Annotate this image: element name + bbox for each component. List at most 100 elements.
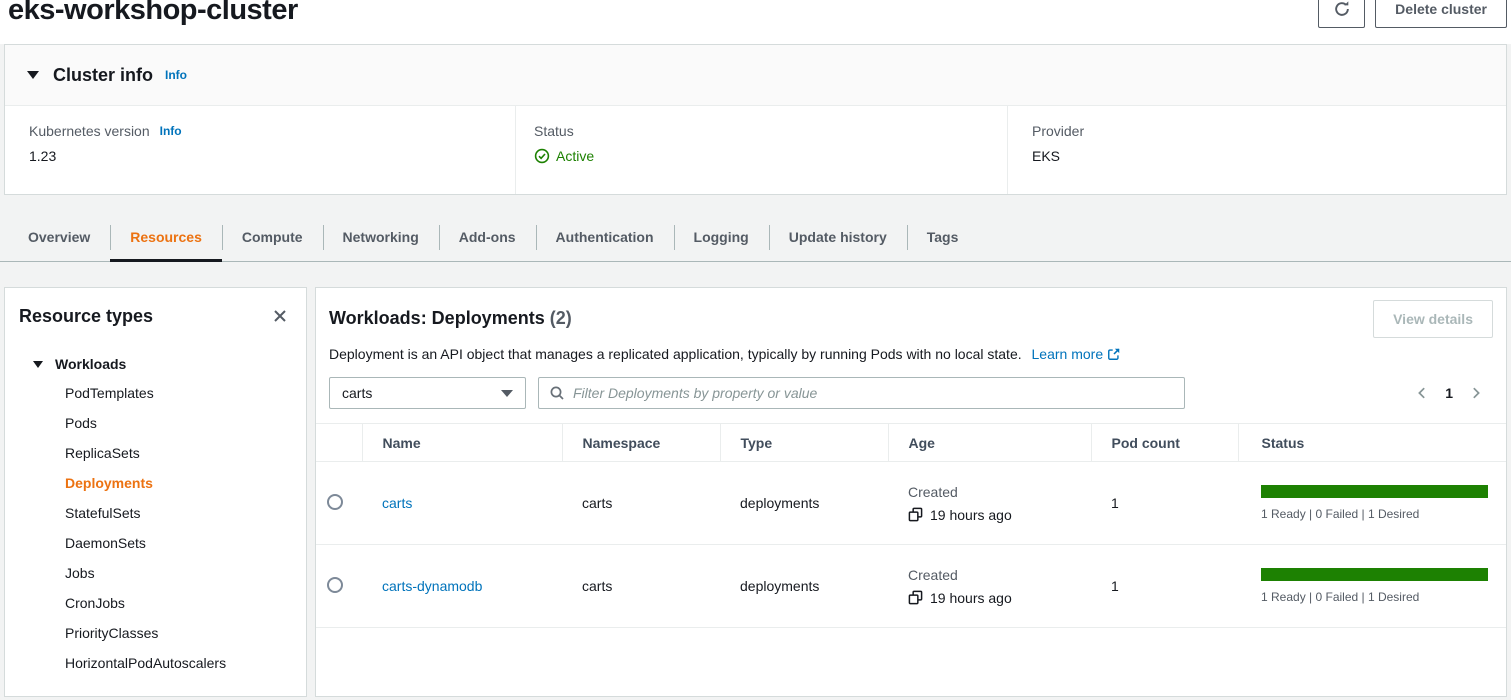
deployments-description: Deployment is an API object that manages… [329,346,1493,364]
tab-logging[interactable]: Logging [674,215,769,261]
deployment-name-link[interactable]: carts-dynamodb [382,578,482,594]
age-value: 19 hours ago [930,590,1012,606]
tab-add-ons[interactable]: Add-ons [439,215,536,261]
deployments-count: (2) [550,308,572,328]
cluster-info-body: Kubernetes version Info 1.23 Status Acti… [5,106,1506,194]
deployment-type: deployments [720,545,888,628]
tab-resources[interactable]: Resources [110,215,222,261]
column-header-pod-count[interactable]: Pod count [1091,424,1238,462]
kubernetes-version-info-link[interactable]: Info [160,124,182,138]
page-header: eks-workshop-cluster Delete cluster [0,0,1511,44]
eks-cluster-page: eks-workshop-cluster Delete cluster Clus… [0,0,1511,700]
column-header-namespace[interactable]: Namespace [562,424,720,462]
delete-cluster-button[interactable]: Delete cluster [1375,0,1507,28]
view-details-button[interactable]: View details [1373,300,1493,338]
select-column-header [316,424,362,462]
page-title: eks-workshop-cluster [8,0,298,27]
close-icon [272,308,288,324]
deployment-pod-count: 1 [1091,545,1238,628]
sidebar-item-podtemplates[interactable]: PodTemplates [19,378,292,408]
cluster-info-card: Cluster info Info Kubernetes version Inf… [4,44,1507,195]
row-select-radio[interactable] [327,577,343,593]
kubernetes-version-value: 1.23 [29,148,515,164]
tab-overview[interactable]: Overview [8,215,110,261]
previous-page-button[interactable] [1413,384,1431,402]
tab-compute[interactable]: Compute [222,215,323,261]
status-label: Status [534,123,1007,139]
pagination: 1 [1413,384,1493,402]
deployment-namespace: carts [562,545,720,628]
status-progress-bar [1261,568,1488,581]
sidebar-item-cronjobs[interactable]: CronJobs [19,588,292,618]
tree-group-workloads[interactable]: Workloads [19,356,292,372]
column-header-name[interactable]: Name [362,424,562,462]
sidebar-item-priorityclasses[interactable]: PriorityClasses [19,618,292,648]
deployment-pod-count: 1 [1091,462,1238,545]
next-page-button[interactable] [1467,384,1485,402]
row-select-radio[interactable] [327,494,343,510]
sidebar-item-horizontalpodautoscalers[interactable]: HorizontalPodAutoscalers [19,648,292,678]
deployment-status: 1 Ready | 0 Failed | 1 Desired [1238,462,1506,545]
provider-label: Provider [1032,123,1506,139]
filter-row: carts 1 [329,377,1493,409]
sidebar-item-jobs[interactable]: Jobs [19,558,292,588]
workloads-collapse-icon[interactable] [33,361,43,368]
copy-icon[interactable] [908,507,923,522]
cluster-info-header[interactable]: Cluster info Info [5,45,1506,106]
sidebar-item-daemonsets[interactable]: DaemonSets [19,528,292,558]
kubernetes-version-label: Kubernetes version Info [29,123,515,139]
column-header-type[interactable]: Type [720,424,888,462]
sidebar-item-pods[interactable]: Pods [19,408,292,438]
deployment-name-link[interactable]: carts [382,495,412,511]
provider-field: Provider EKS [1008,106,1506,194]
status-text: 1 Ready | 0 Failed | 1 Desired [1261,507,1488,521]
resource-tree: Workloads PodTemplates Pods ReplicaSets … [19,356,292,678]
refresh-icon [1333,0,1351,18]
check-circle-icon [534,148,550,164]
column-header-age[interactable]: Age [888,424,1091,462]
age-value: 19 hours ago [930,507,1012,523]
collapse-triangle-icon[interactable] [27,71,39,79]
tab-tags[interactable]: Tags [907,215,979,261]
close-panel-button[interactable] [268,304,292,328]
deployment-age: Created 19 hours ago [888,462,1091,545]
filter-search-input[interactable] [573,385,1174,401]
sidebar-item-replicasets[interactable]: ReplicaSets [19,438,292,468]
filter-searchbox [538,377,1185,409]
cluster-tabs: Overview Resources Compute Networking Ad… [0,215,1511,262]
learn-more-link[interactable]: Learn more [1032,346,1122,362]
external-link-icon [1107,347,1121,364]
filter-type-dropdown[interactable]: carts [329,377,526,409]
deployments-title: Workloads: Deployments (2) [329,300,572,329]
tab-authentication[interactable]: Authentication [536,215,674,261]
chevron-down-icon [501,390,513,397]
resource-types-title: Resource types [19,306,153,327]
deployments-panel: Workloads: Deployments (2) View details … [315,287,1507,697]
deployments-table: Name Namespace Type Age Pod count Status… [316,423,1506,628]
chevron-right-icon [1469,386,1483,400]
table-row: carts-dynamodb carts deployments Created… [316,545,1506,628]
cluster-info-title: Cluster info [53,65,153,86]
deployment-status: 1 Ready | 0 Failed | 1 Desired [1238,545,1506,628]
cluster-info-info-link[interactable]: Info [165,68,187,82]
kubernetes-version-field: Kubernetes version Info 1.23 [5,106,516,194]
tab-update-history[interactable]: Update history [769,215,907,261]
table-header-row: Name Namespace Type Age Pod count Status [316,424,1506,462]
deployment-namespace: carts [562,462,720,545]
age-created-label: Created [908,484,1091,500]
sidebar-item-statefulsets[interactable]: StatefulSets [19,498,292,528]
column-header-status[interactable]: Status [1238,424,1506,462]
deployment-age: Created 19 hours ago [888,545,1091,628]
table-row: carts carts deployments Created 19 hours… [316,462,1506,545]
sidebar-item-deployments[interactable]: Deployments [19,468,292,498]
deployment-type: deployments [720,462,888,545]
tab-networking[interactable]: Networking [323,215,439,261]
chevron-left-icon [1415,386,1429,400]
current-page-number[interactable]: 1 [1445,385,1453,401]
header-actions: Delete cluster [1318,0,1507,28]
refresh-button[interactable] [1318,0,1365,28]
copy-icon[interactable] [908,590,923,605]
resource-types-header: Resource types [19,304,292,328]
deployments-header: Workloads: Deployments (2) View details [329,300,1493,338]
provider-value: EKS [1032,148,1506,164]
